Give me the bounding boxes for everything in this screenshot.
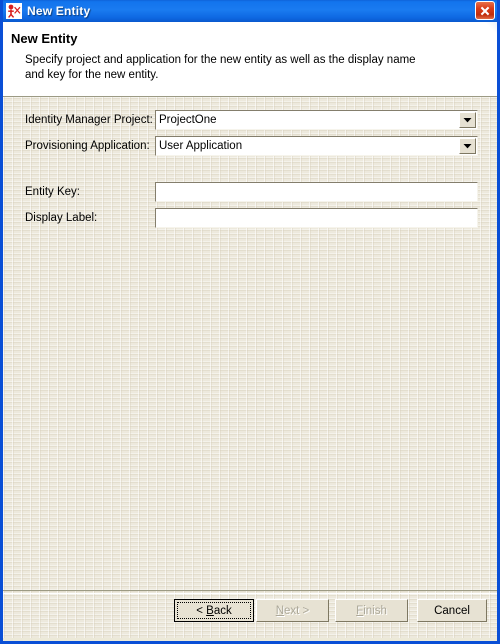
identity-manager-project-value: ProjectOne (159, 114, 217, 126)
button-bar-area: < Back Next > Finish Cancel (3, 590, 497, 638)
display-label-input[interactable] (155, 208, 478, 228)
back-button[interactable]: < Back (174, 599, 254, 622)
close-icon[interactable] (475, 1, 495, 20)
finish-button-label: Finish (356, 604, 387, 617)
field-row: Identity Manager Project: ProjectOne (3, 110, 497, 130)
provisioning-application-label: Provisioning Application: (25, 140, 150, 152)
display-label-label: Display Label: (25, 212, 98, 224)
wizard-button-bar: < Back Next > Finish Cancel (3, 599, 497, 623)
new-entity-dialog: New Entity New Entity Specify project an… (0, 0, 500, 644)
field-row: Display Label: (3, 208, 497, 228)
dialog-body: Identity Manager Project: ProjectOne Pro… (3, 97, 497, 638)
field-row: Entity Key: (3, 182, 497, 202)
entity-key-input[interactable] (155, 182, 478, 202)
wizard-header: New Entity Specify project and applicati… (3, 22, 497, 97)
next-button-label: Next > (275, 604, 310, 617)
titlebar-buttons (475, 1, 495, 20)
footer-separator (3, 590, 497, 594)
titlebar[interactable]: New Entity (3, 0, 497, 22)
page-description: Specify project and application for the … (25, 54, 416, 81)
cancel-button[interactable]: Cancel (417, 599, 487, 622)
identity-manager-project-combobox[interactable]: ProjectOne (155, 110, 478, 130)
chevron-down-icon[interactable] (459, 138, 476, 154)
identity-manager-project-label: Identity Manager Project: (25, 114, 153, 126)
back-button-label: < Back (196, 604, 232, 617)
next-button: Next > (256, 599, 329, 622)
chevron-down-icon[interactable] (459, 112, 476, 128)
entity-wizard-icon (6, 3, 22, 19)
cancel-button-label: Cancel (434, 604, 470, 617)
page-title: New Entity (11, 31, 78, 46)
field-row: Provisioning Application: User Applicati… (3, 136, 497, 156)
finish-button: Finish (335, 599, 408, 622)
provisioning-application-combobox[interactable]: User Application (155, 136, 478, 156)
entity-key-label: Entity Key: (25, 186, 80, 198)
provisioning-application-value: User Application (159, 140, 243, 152)
window-title: New Entity (27, 4, 91, 18)
